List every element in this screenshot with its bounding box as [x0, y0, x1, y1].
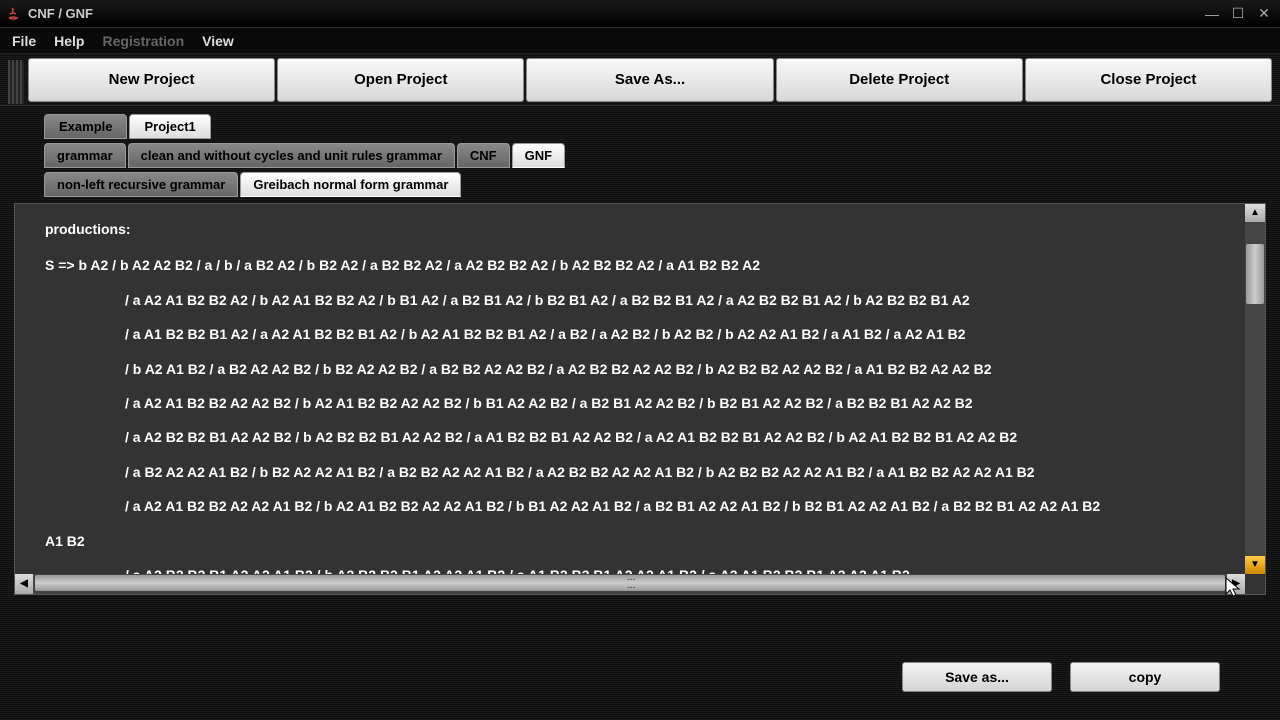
grammar-panel: productions: S => b A2 / b A2 A2 B2 / a …: [14, 203, 1266, 595]
production-line: / a B2 A2 A2 A1 B2 / b B2 A2 A2 A1 B2 / …: [45, 461, 1215, 483]
scroll-down-button[interactable]: ▼: [1245, 556, 1265, 574]
production-line: / a A1 B2 B2 B1 A2 / a A2 A1 B2 B2 B1 A2…: [45, 323, 1215, 345]
subtab-gnf[interactable]: GNF: [512, 143, 565, 168]
java-icon: [4, 5, 22, 23]
grammar-type-tabs: grammar clean and without cycles and uni…: [14, 143, 1266, 168]
subtab-nonleft[interactable]: non-left recursive grammar: [44, 172, 238, 197]
scroll-thumb-horizontal[interactable]: [35, 575, 1225, 591]
horizontal-scrollbar[interactable]: ◀ ▶: [15, 574, 1245, 594]
menubar: File Help Registration View: [0, 28, 1280, 54]
window-title: CNF / GNF: [28, 6, 1200, 21]
menu-help[interactable]: Help: [54, 33, 84, 49]
save-as-action-button[interactable]: Save as...: [902, 662, 1052, 692]
minimize-button[interactable]: —: [1200, 4, 1224, 24]
gnf-subtabs: non-left recursive grammar Greibach norm…: [14, 172, 1266, 197]
production-line: / a A2 A1 B2 B2 A2 A2 A1 B2 / b A2 A1 B2…: [45, 495, 1215, 517]
open-project-button[interactable]: Open Project: [277, 58, 524, 102]
save-as-button[interactable]: Save As...: [526, 58, 773, 102]
production-line: / a A2 A1 B2 B2 A2 A2 B2 / b A2 A1 B2 B2…: [45, 392, 1215, 414]
production-wrap: A1 B2: [45, 530, 1215, 552]
project-tabs: Example Project1: [14, 114, 1266, 139]
production-line: / a A2 B2 B2 B1 A2 A2 B2 / b A2 B2 B2 B1…: [45, 426, 1215, 448]
close-button[interactable]: ✕: [1252, 4, 1276, 24]
production-line: / a A2 A1 B2 B2 A2 / b A2 A1 B2 B2 A2 / …: [45, 289, 1215, 311]
production-line: S => b A2 / b A2 A2 B2 / a / b / a B2 A2…: [45, 254, 1215, 276]
scroll-right-button[interactable]: ▶: [1227, 574, 1245, 594]
copy-action-button[interactable]: copy: [1070, 662, 1220, 692]
menu-file[interactable]: File: [12, 33, 36, 49]
subtab-greibach[interactable]: Greibach normal form grammar: [240, 172, 461, 197]
close-project-button[interactable]: Close Project: [1025, 58, 1272, 102]
new-project-button[interactable]: New Project: [28, 58, 275, 102]
subtab-grammar[interactable]: grammar: [44, 143, 126, 168]
tab-project1[interactable]: Project1: [129, 114, 210, 139]
production-line: / b A2 A1 B2 / a B2 A2 A2 B2 / b B2 A2 A…: [45, 358, 1215, 380]
vertical-scrollbar[interactable]: ▲ ▼: [1245, 204, 1265, 574]
scroll-thumb-vertical[interactable]: [1246, 244, 1264, 304]
content-area: Example Project1 grammar clean and witho…: [0, 106, 1280, 720]
menu-view[interactable]: View: [202, 33, 234, 49]
grammar-content: productions: S => b A2 / b A2 A2 B2 / a …: [15, 204, 1245, 574]
menu-registration[interactable]: Registration: [102, 33, 184, 49]
action-buttons: Save as... copy: [902, 662, 1220, 692]
production-line: / a A2 B2 B2 B1 A2 A2 A1 B2 / b A2 B2 B2…: [45, 564, 1215, 574]
tab-example[interactable]: Example: [44, 114, 127, 139]
scroll-up-button[interactable]: ▲: [1245, 204, 1265, 222]
toolbar-handle[interactable]: [8, 60, 24, 104]
scroll-left-button[interactable]: ◀: [15, 574, 33, 594]
maximize-button[interactable]: ☐: [1226, 4, 1250, 24]
productions-header: productions:: [45, 218, 1215, 240]
toolbar: New Project Open Project Save As... Dele…: [0, 54, 1280, 106]
delete-project-button[interactable]: Delete Project: [776, 58, 1023, 102]
subtab-cnf[interactable]: CNF: [457, 143, 510, 168]
subtab-clean[interactable]: clean and without cycles and unit rules …: [128, 143, 455, 168]
titlebar: CNF / GNF — ☐ ✕: [0, 0, 1280, 28]
